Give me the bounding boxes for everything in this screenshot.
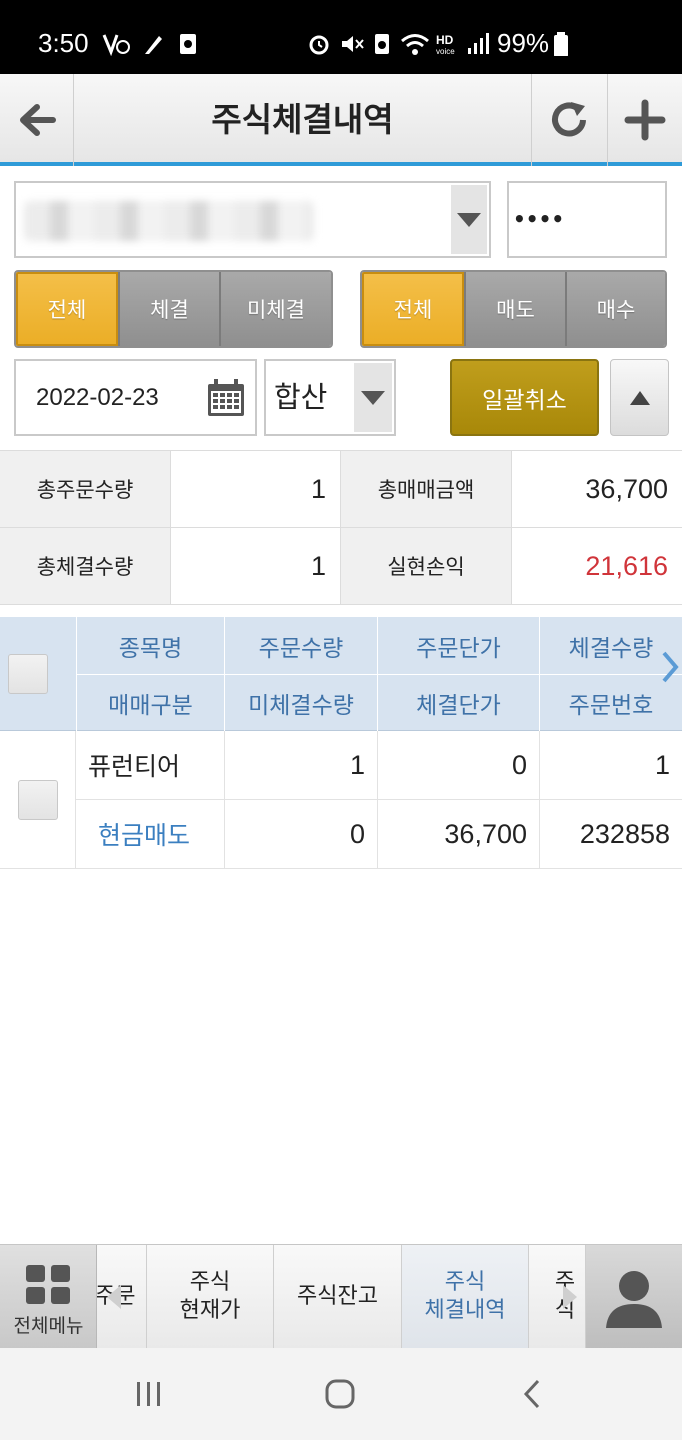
sum-mode-value: 합산 <box>274 380 328 414</box>
user-icon <box>606 1271 662 1328</box>
col-order-qty: 주문수량 <box>225 617 378 674</box>
sum-mode-select[interactable]: 합산 <box>264 359 396 436</box>
date-field[interactable]: 2022-02-23 <box>14 359 257 436</box>
filter-status-unfilled[interactable]: 미체결 <box>219 272 331 346</box>
chevron-down-icon <box>457 212 481 227</box>
status-time: 3:50 <box>38 28 89 58</box>
recents-icon <box>137 1382 160 1406</box>
home-button[interactable] <box>280 1348 400 1440</box>
recents-button[interactable] <box>89 1348 209 1440</box>
total-filled-qty-label: 총체결수량 <box>0 528 171 605</box>
col-filled-price: 체결단가 <box>378 674 540 731</box>
tab-stock-more[interactable]: 주식 <box>529 1245 586 1349</box>
sum-mode-dropdown-button[interactable] <box>354 363 392 432</box>
account-number-blurred <box>24 201 314 241</box>
filter-side-sell[interactable]: 매도 <box>464 272 565 346</box>
filter-side-buy[interactable]: 매수 <box>565 272 665 346</box>
password-field[interactable]: •••• <box>507 181 667 258</box>
total-filled-qty: 1 <box>171 528 341 605</box>
hd-voice-icon: HDvoice <box>436 33 455 56</box>
table-row[interactable]: 퓨런티어 1 0 1 현금매도 0 36,700 232858 <box>0 731 682 869</box>
bottom-tab-bar: 전체메뉴 주문 주식 현재가 주식잔고 주식 체결내역 주식 <box>0 1244 682 1349</box>
account-dropdown-button[interactable] <box>451 185 487 254</box>
back-chevron-icon <box>523 1379 540 1409</box>
row-checkbox[interactable] <box>17 779 58 820</box>
alarm-icon <box>309 35 329 55</box>
cell-order-qty: 1 <box>225 731 378 800</box>
realized-pnl: 21,616 <box>512 528 682 605</box>
signal-icon <box>468 33 489 54</box>
sim-icon <box>180 34 196 54</box>
collapse-button[interactable] <box>610 359 669 436</box>
plus-icon <box>624 99 665 141</box>
all-menu-label: 전체메뉴 <box>13 1315 84 1337</box>
all-menu-button[interactable]: 전체메뉴 <box>0 1245 97 1349</box>
table-header: 종목명 주문수량 주문단가 체결수량 매매구분 미체결수량 체결단가 주문번호 <box>0 617 682 731</box>
total-trade-amount-label: 총매매금액 <box>341 451 512 528</box>
row-checkbox-cell <box>0 731 76 869</box>
refresh-button[interactable] <box>531 74 605 166</box>
vpn-icon <box>102 34 130 56</box>
cell-unfilled-qty: 0 <box>225 800 378 869</box>
back-button[interactable] <box>0 74 74 166</box>
wifi-icon <box>401 34 429 55</box>
col-stock-name: 종목명 <box>76 617 225 674</box>
filter-status-all[interactable]: 전체 <box>16 272 118 346</box>
scroll-right-icon <box>563 1285 577 1309</box>
cell-trade-type: 현금매도 <box>76 800 225 869</box>
battery-icon <box>554 32 568 56</box>
refresh-icon <box>551 102 586 137</box>
grid-icon <box>26 1265 70 1304</box>
cell-order-price: 0 <box>378 731 540 800</box>
triangle-up-icon <box>629 390 650 405</box>
date-value: 2022-02-23 <box>36 384 159 411</box>
svg-text:voice: voice <box>436 47 455 56</box>
quill-icon <box>145 36 162 54</box>
col-unfilled-qty: 미체결수량 <box>225 674 378 731</box>
home-icon <box>325 1379 355 1409</box>
summary-panel: 총주문수량 1 총매매금액 36,700 총체결수량 1 실현손익 21,616 <box>0 450 682 605</box>
chevron-right-icon[interactable] <box>660 651 680 683</box>
total-order-qty-label: 총주문수량 <box>0 451 171 528</box>
side-filter: 전체 매도 매수 <box>360 270 667 348</box>
tab-order[interactable]: 주문 <box>97 1245 147 1349</box>
cancel-all-button[interactable]: 일괄취소 <box>450 359 599 436</box>
recycle-icon <box>375 34 389 54</box>
total-order-qty: 1 <box>171 451 341 528</box>
tab-stock-price[interactable]: 주식 현재가 <box>147 1245 274 1349</box>
battery-percent: 99% <box>497 28 550 58</box>
cell-stock-name: 퓨런티어 <box>76 731 225 800</box>
select-all-checkbox[interactable] <box>8 654 48 694</box>
arrow-left-icon <box>19 104 56 136</box>
svg-text:HD: HD <box>436 33 454 47</box>
col-trade-type: 매매구분 <box>76 674 225 731</box>
chevron-down-icon <box>361 390 385 405</box>
tab-execution-history[interactable]: 주식 체결내역 <box>402 1245 529 1349</box>
filter-status-filled[interactable]: 체결 <box>118 272 219 346</box>
nav-back-button[interactable] <box>472 1348 592 1440</box>
tab-stock-balance[interactable]: 주식잔고 <box>274 1245 402 1349</box>
scroll-left-icon <box>107 1285 121 1309</box>
realized-pnl-label: 실현손익 <box>341 528 512 605</box>
col-order-price: 주문단가 <box>378 617 540 674</box>
mute-icon <box>342 36 364 52</box>
account-select[interactable] <box>14 181 491 258</box>
add-button[interactable] <box>607 74 681 166</box>
calendar-icon[interactable] <box>206 378 246 418</box>
status-bar: 3:50 HD voice 99% <box>0 0 682 74</box>
page-title: 주식체결내역 <box>211 100 394 139</box>
profile-button[interactable] <box>586 1245 682 1349</box>
total-trade-amount: 36,700 <box>512 451 682 528</box>
cell-filled-price: 36,700 <box>378 800 540 869</box>
filter-side-all[interactable]: 전체 <box>362 272 464 346</box>
cell-filled-qty: 1 <box>540 731 682 800</box>
app-header: 주식체결내역 <box>0 74 682 166</box>
system-nav-bar <box>0 1348 682 1440</box>
status-filter: 전체 체결 미체결 <box>14 270 333 348</box>
cell-order-no: 232858 <box>540 800 682 869</box>
